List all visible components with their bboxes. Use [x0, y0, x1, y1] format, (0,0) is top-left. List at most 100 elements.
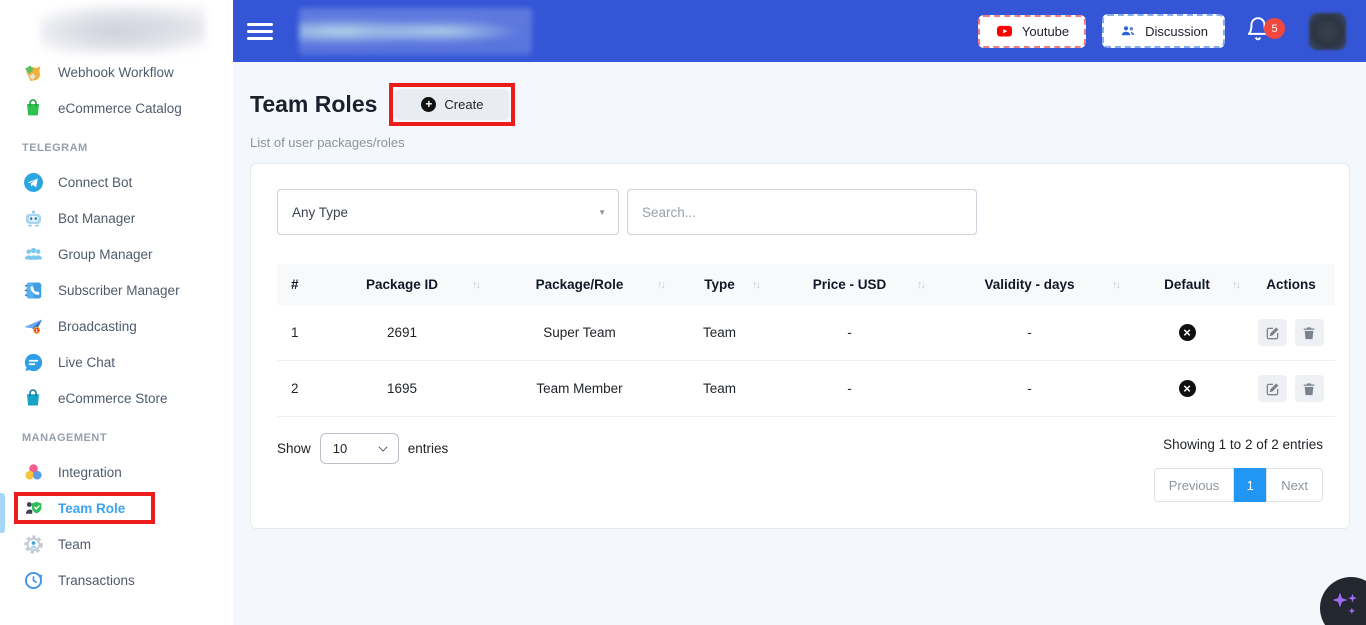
showing-entries-text: Showing 1 to 2 of 2 entries [1163, 437, 1323, 452]
sidebar-item-connect-bot[interactable]: Connect Bot [0, 164, 233, 200]
sidebar-item-bot-manager[interactable]: Bot Manager [0, 200, 233, 236]
plus-circle-icon: + [421, 97, 436, 112]
youtube-icon [995, 24, 1014, 39]
pagination-next-button[interactable]: Next [1266, 468, 1323, 502]
cell-price: - [767, 361, 932, 417]
sidebar-item-integration[interactable]: Integration [0, 454, 233, 490]
column-header-validity[interactable]: Validity - days↑↓ [932, 264, 1127, 305]
sidebar-item-label: eCommerce Store [58, 391, 168, 406]
cell-package-role: Super Team [487, 305, 672, 361]
sidebar-item-webhook-workflow[interactable]: Webhook Workflow [0, 54, 233, 90]
search-input[interactable] [627, 189, 977, 235]
sidebar-item-label: Webhook Workflow [58, 65, 174, 80]
pagination-page-1-button[interactable]: 1 [1234, 468, 1266, 502]
column-header-default[interactable]: Default↑↓ [1127, 264, 1247, 305]
times-circle-icon: × [1179, 380, 1196, 397]
broadcast-icon: 1 [22, 315, 44, 337]
sidebar-item-label: Transactions [58, 573, 135, 588]
sidebar: Webhook Workflow eCommerce Catalog TELEG… [0, 0, 233, 625]
sidebar-item-team[interactable]: Team [0, 526, 233, 562]
column-header-actions: Actions [1247, 264, 1335, 305]
cell-package-id: 2691 [317, 305, 487, 361]
team-gear-icon [22, 533, 44, 555]
sidebar-item-label: Connect Bot [58, 175, 132, 190]
edit-pencil-icon [1266, 382, 1280, 396]
table-row: 2 1695 Team Member Team - - × [277, 361, 1335, 417]
edit-button[interactable] [1258, 319, 1287, 346]
sort-icon[interactable]: ↑↓ [917, 279, 924, 291]
entries-per-page-select[interactable]: 10 [320, 433, 399, 464]
integration-icon [22, 461, 44, 483]
cell-default: × [1127, 305, 1247, 361]
table-row: 1 2691 Super Team Team - - × [277, 305, 1335, 361]
column-header-type[interactable]: Type↑↓ [672, 264, 767, 305]
team-role-highlight-box: Team Role [14, 492, 155, 524]
sidebar-section-management: MANAGEMENT [0, 416, 233, 454]
roles-table: # Package ID↑↓ Package/Role↑↓ Type↑↓ Pri… [277, 264, 1335, 417]
chevron-down-icon [378, 442, 387, 451]
youtube-button[interactable]: Youtube [978, 15, 1086, 48]
team-role-shield-icon [22, 497, 44, 519]
discussion-button-label: Discussion [1145, 24, 1208, 39]
robot-icon [22, 207, 44, 229]
cell-type: Team [672, 361, 767, 417]
app-root: Webhook Workflow eCommerce Catalog TELEG… [0, 0, 1366, 625]
sidebar-item-subscriber-manager[interactable]: Subscriber Manager [0, 272, 233, 308]
discussion-button[interactable]: Discussion [1102, 14, 1225, 48]
sidebar-item-label: Live Chat [58, 355, 115, 370]
youtube-button-label: Youtube [1022, 24, 1069, 39]
notifications-button[interactable]: 5 [1245, 16, 1275, 46]
trash-icon [1302, 326, 1316, 340]
create-highlight-box: + Create [389, 83, 515, 126]
sort-icon[interactable]: ↑↓ [1232, 279, 1239, 291]
sidebar-item-broadcasting[interactable]: 1 Broadcasting [0, 308, 233, 344]
contact-book-icon [22, 279, 44, 301]
group-icon [22, 243, 44, 265]
sort-icon[interactable]: ↑↓ [657, 279, 664, 291]
cell-num: 1 [277, 305, 317, 361]
sidebar-item-live-chat[interactable]: Live Chat [0, 344, 233, 380]
cell-validity: - [932, 305, 1127, 361]
cell-num: 2 [277, 361, 317, 417]
sort-icon[interactable]: ↑↓ [1112, 279, 1119, 291]
sidebar-item-transactions[interactable]: Transactions [0, 562, 233, 598]
sidebar-item-label: Team Role [58, 501, 125, 516]
cell-package-id: 1695 [317, 361, 487, 417]
type-filter-select[interactable]: Any Type ▼ [277, 189, 619, 235]
pagination-previous-button[interactable]: Previous [1154, 468, 1235, 502]
sidebar-item-team-role[interactable]: Team Role [0, 490, 233, 526]
telegram-icon [22, 171, 44, 193]
brand-logo [299, 8, 532, 55]
main-area: Youtube Discussion 5 Te [233, 0, 1366, 625]
user-avatar[interactable] [1309, 13, 1346, 50]
sidebar-logo [40, 4, 205, 54]
entries-per-page-group: Show 10 entries [277, 433, 448, 464]
sidebar-item-group-manager[interactable]: Group Manager [0, 236, 233, 272]
column-header-price[interactable]: Price - USD↑↓ [767, 264, 932, 305]
column-header-package-role[interactable]: Package/Role↑↓ [487, 264, 672, 305]
notification-count-badge: 5 [1264, 18, 1285, 39]
hamburger-menu-icon[interactable] [247, 23, 273, 40]
column-header-package-id[interactable]: Package ID↑↓ [317, 264, 487, 305]
caret-down-icon: ▼ [598, 208, 606, 217]
cell-actions [1247, 305, 1335, 361]
column-header-num: # [277, 264, 317, 305]
page-title: Team Roles [250, 91, 377, 118]
entries-per-page-value: 10 [333, 441, 347, 456]
cell-default: × [1127, 361, 1247, 417]
edit-button[interactable] [1258, 375, 1287, 402]
webhook-icon [22, 61, 44, 83]
sort-icon[interactable]: ↑↓ [472, 279, 479, 291]
type-filter-value: Any Type [292, 205, 348, 220]
sidebar-item-label: eCommerce Catalog [58, 101, 182, 116]
cell-actions [1247, 361, 1335, 417]
topbar-actions: Youtube Discussion 5 [978, 13, 1346, 50]
sidebar-item-ecommerce-catalog[interactable]: eCommerce Catalog [0, 90, 233, 126]
create-button[interactable]: + Create [395, 89, 509, 120]
sort-icon[interactable]: ↑↓ [752, 279, 759, 291]
delete-button[interactable] [1295, 375, 1324, 402]
sidebar-item-ecommerce-store[interactable]: eCommerce Store [0, 380, 233, 416]
delete-button[interactable] [1295, 319, 1324, 346]
cell-price: - [767, 305, 932, 361]
create-button-label: Create [444, 97, 483, 112]
